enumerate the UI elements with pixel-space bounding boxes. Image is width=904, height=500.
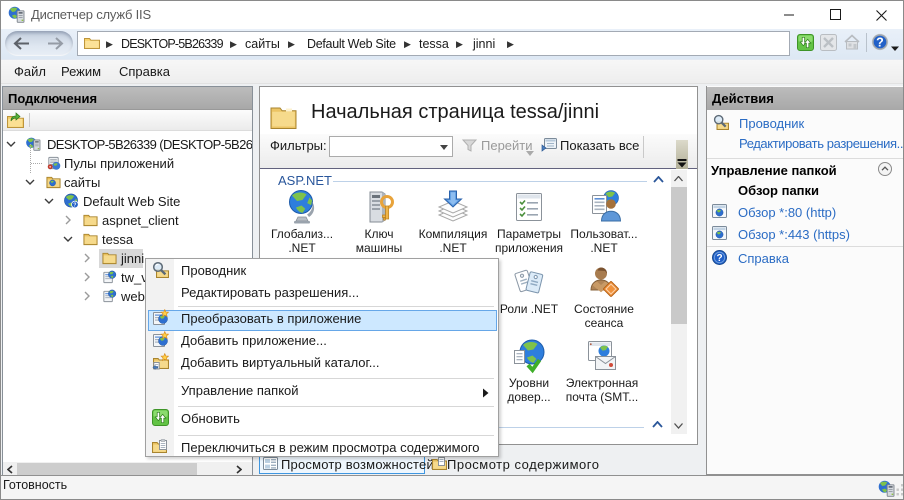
svg-text:?: ?: [716, 253, 722, 264]
svg-text:?: ?: [73, 203, 76, 209]
svg-text:?: ?: [876, 35, 884, 49]
